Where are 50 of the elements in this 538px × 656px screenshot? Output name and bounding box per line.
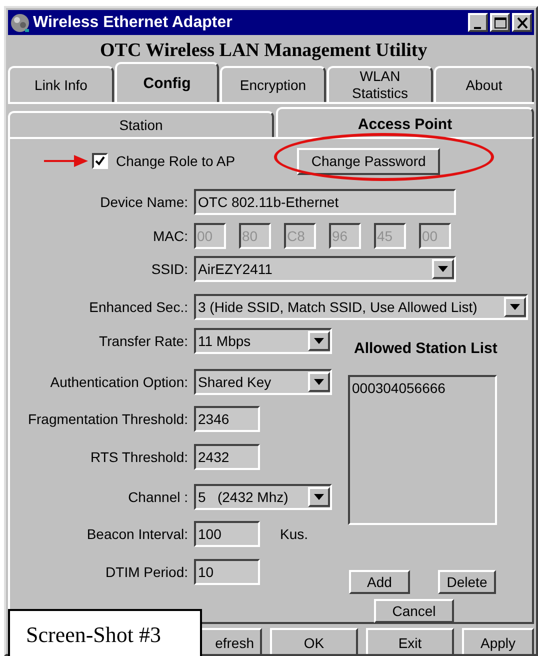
footer-button[interactable]: Exit xyxy=(366,628,454,654)
dropdown[interactable]: 3 (Hide SSID, Match SSID, Use Allowed List) xyxy=(194,294,528,320)
tab[interactable]: Encryption xyxy=(220,66,326,102)
app-header: OTC Wireless LAN Management Utility xyxy=(100,40,428,62)
dropdown[interactable]: 5 (2432 Mhz) xyxy=(194,484,332,510)
field-label: Fragmentation Threshold: xyxy=(26,410,188,429)
list-title: Allowed Station List xyxy=(354,339,498,359)
list-button[interactable]: Add xyxy=(349,570,410,594)
checkbox-label: Change Role to AP xyxy=(116,152,236,171)
checkbox[interactable] xyxy=(92,153,108,169)
input-field[interactable]: 2346 xyxy=(194,406,260,432)
input-field[interactable]: 10 xyxy=(194,559,260,585)
tab[interactable]: Config xyxy=(115,62,219,102)
list-button[interactable]: Delete xyxy=(438,570,496,594)
tab[interactable]: Link Info xyxy=(8,66,114,102)
maximize-icon[interactable] xyxy=(490,13,510,32)
subtab[interactable]: Access Point xyxy=(276,107,534,137)
field-label: Enhanced Sec.: xyxy=(88,298,188,316)
field-label: Transfer Rate: xyxy=(98,332,188,350)
footer-button[interactable]: efresh xyxy=(200,628,262,654)
tab[interactable]: About xyxy=(434,66,534,102)
field-label: Channel : xyxy=(127,488,188,506)
field-label: RTS Threshold: xyxy=(89,448,188,466)
footer-button[interactable]: OK xyxy=(270,628,358,654)
dropdown[interactable]: 11 Mbps xyxy=(194,328,332,354)
field-label: Device Name: xyxy=(99,192,188,212)
pointer-arrow xyxy=(44,155,88,167)
station-listbox[interactable]: 000304056666 xyxy=(348,374,497,524)
tab[interactable]: WLAN Statistics xyxy=(327,66,433,102)
field-label: SSID: xyxy=(150,260,188,278)
minimize-icon[interactable] xyxy=(468,13,488,32)
dropdown[interactable]: Shared Key xyxy=(194,369,332,395)
unit-label: Kus. xyxy=(280,524,308,544)
field-label: DTIM Period: xyxy=(104,562,188,582)
input-field[interactable]: OTC 802.11b-Ethernet xyxy=(194,189,456,215)
field-label: Beacon Interval: xyxy=(86,524,188,544)
field-label: MAC: xyxy=(152,226,188,246)
input-field[interactable]: 100 xyxy=(194,521,260,547)
list-button[interactable]: Cancel xyxy=(374,598,454,622)
change-password-button[interactable]: Change Password xyxy=(297,148,440,174)
field-label: Authentication Option: xyxy=(49,372,188,392)
window-title: Wireless Ethernet Adapter xyxy=(33,12,232,32)
close-icon[interactable] xyxy=(512,13,532,32)
dropdown[interactable]: AirEZY2411 xyxy=(194,256,456,282)
list-item[interactable]: 000304056666 xyxy=(352,378,495,398)
input-field[interactable]: 2432 xyxy=(194,444,260,470)
app-icon xyxy=(10,12,30,32)
footer-button[interactable]: Apply xyxy=(462,628,534,654)
caption-label: Screen-Shot #3 xyxy=(8,609,202,656)
subtab[interactable]: Station xyxy=(8,111,274,137)
